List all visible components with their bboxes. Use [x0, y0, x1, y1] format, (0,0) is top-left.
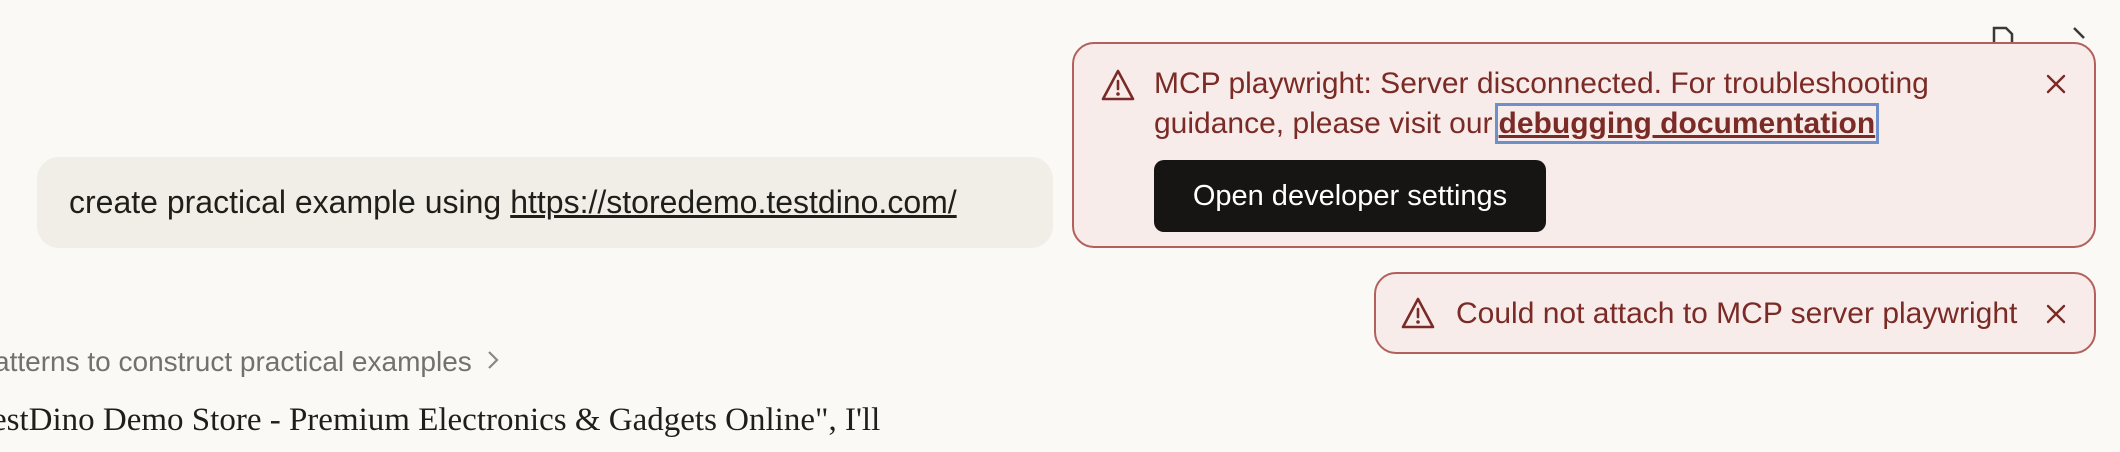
warning-icon: [1400, 296, 1436, 338]
user-message-text: create practical example using: [69, 184, 502, 220]
user-message-bubble: create practical example using https://s…: [37, 157, 1053, 248]
toast-message-text: Could not attach to MCP server playwrigh…: [1456, 297, 2018, 330]
user-message-link[interactable]: https://storedemo.testdino.com/: [510, 184, 956, 221]
thinking-summary-text: atterns to construct practical examples: [0, 346, 472, 377]
chevron-right-icon: [486, 347, 500, 378]
close-icon[interactable]: [2038, 296, 2074, 332]
thinking-summary[interactable]: atterns to construct practical examples: [0, 346, 500, 378]
toast-message: MCP playwright: Server disconnected. For…: [1154, 64, 2014, 144]
attach-failed-toast: Could not attach to MCP server playwrigh…: [1374, 272, 2096, 354]
mcp-disconnected-toast: MCP playwright: Server disconnected. For…: [1072, 42, 2096, 248]
warning-icon: [1100, 68, 1136, 110]
close-icon[interactable]: [2038, 66, 2074, 102]
debugging-documentation-link[interactable]: debugging documentation: [1494, 103, 1880, 144]
assistant-response-text: estDino Demo Store - Premium Electronics…: [0, 402, 881, 438]
open-developer-settings-button[interactable]: Open developer settings: [1154, 160, 1546, 232]
chat-page: create practical example using https://s…: [0, 0, 2120, 452]
